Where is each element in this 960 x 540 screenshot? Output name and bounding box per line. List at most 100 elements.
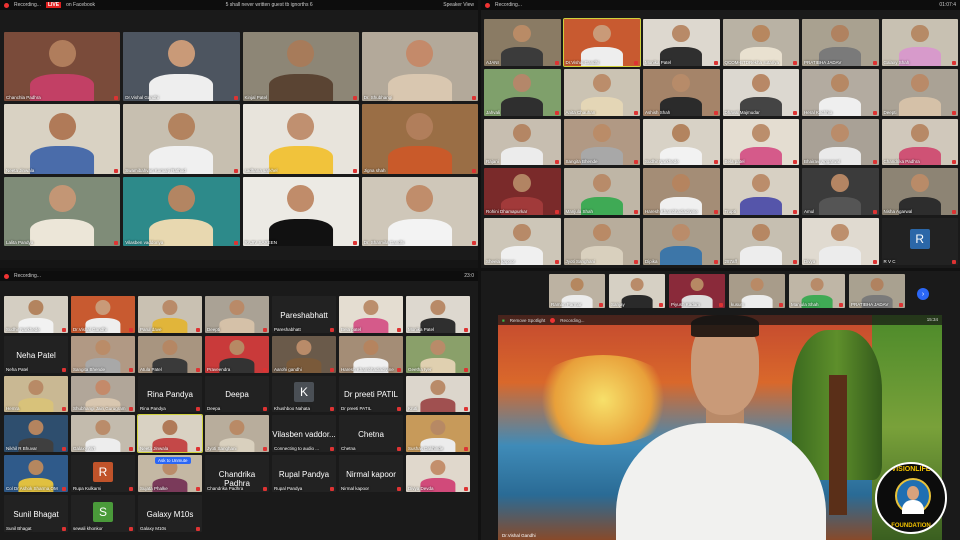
participant-display-name: Pareshabhatt	[280, 310, 328, 320]
participant-tile[interactable]: Bhairavi Aggarwal	[802, 118, 879, 166]
participant-tile[interactable]: Jahvali	[484, 68, 561, 116]
participant-tile[interactable]: Piyush Kadam	[669, 274, 725, 308]
participant-tile[interactable]: Heral Kachhia	[802, 68, 879, 116]
participant-name: Jigna shah	[363, 167, 386, 173]
participant-tile[interactable]: Aarohi gandhi	[272, 335, 336, 373]
participant-tile[interactable]: Chandrika Padhra Chandrika Padhra	[205, 455, 269, 493]
participant-tile[interactable]: Atula Patel	[138, 335, 202, 373]
participant-tile[interactable]: Monika Patel	[406, 296, 470, 333]
participant-tile[interactable]: Deepti	[205, 296, 269, 333]
participant-tile[interactable]: Divya Devda	[406, 455, 470, 493]
participant-tile[interactable]: Geetha Iyer	[406, 335, 470, 373]
live-badge[interactable]: LIVE	[45, 2, 62, 8]
participant-tile[interactable]: Ashish Shah	[643, 68, 720, 116]
participant-tile[interactable]: Nirmal kapoor Nirmal kapoor	[339, 455, 403, 493]
participant-tile[interactable]: Col Dr Ashok Sharma,OM	[4, 455, 68, 493]
participant-name: Chanchla Padhra	[6, 95, 41, 101]
participant-tile[interactable]: Swamibahvan Kumarji Rathod	[123, 104, 240, 174]
participant-tile[interactable]: Deepa Deepa	[205, 375, 269, 413]
participant-tile[interactable]: Dr. Sharmila Gandhi	[361, 176, 478, 246]
remove-spotlight-button[interactable]: Remove Spotlight	[510, 318, 546, 323]
participant-tile[interactable]: Lalita Pandya	[4, 176, 121, 246]
muted-mic-icon	[62, 526, 66, 531]
participant-tile[interactable]: Divya	[802, 218, 879, 265]
participant-tile[interactable]: Manjula Shah	[563, 168, 640, 216]
participant-tile[interactable]: PRATIBHA JADAV	[849, 274, 905, 308]
participant-tile[interactable]: Ssewali khonkor	[71, 495, 135, 532]
participant-tile[interactable]: Trupti	[722, 168, 799, 216]
participant-tile[interactable]: Sudhir Narkhede	[4, 296, 68, 333]
participant-tile[interactable]: Jyoti Sanghani	[205, 415, 269, 453]
participant-tile[interactable]: sadhana sarkhel	[242, 104, 359, 174]
participant-tile[interactable]: Pareshabhatt Pareshabhatt	[272, 296, 336, 333]
participant-tile[interactable]: Bela patel	[339, 296, 403, 333]
participant-tile[interactable]: Praveendra	[205, 335, 269, 373]
participant-tile[interactable]: Rohini Dhamapurkar	[484, 168, 561, 216]
participant-tile[interactable]: Chandrika Padhra	[881, 118, 958, 166]
participant-tile[interactable]: Jigna shah	[361, 104, 478, 174]
participant-tile[interactable]: Haresh Khambhadiadivine	[643, 168, 720, 216]
participant-tile[interactable]: AJANI	[484, 19, 561, 66]
participant-tile[interactable]: Vilasben vaddoriya	[123, 176, 240, 246]
participant-tile[interactable]: Galaxy Shah	[881, 19, 958, 66]
avatar: K	[294, 382, 314, 403]
participant-tile[interactable]: Sushas Dakhinde	[406, 415, 470, 453]
participant-tile[interactable]: Chanchla Padhra	[4, 32, 121, 102]
participant-tile[interactable]: RAJIV SAREEN	[242, 176, 359, 246]
muted-mic-icon	[952, 160, 956, 165]
participant-tile[interactable]: Rina Pandya Rina Pandya	[138, 375, 202, 413]
participant-tile[interactable]: kusum	[729, 274, 785, 308]
participant-tile[interactable]: Anita Chauhan	[563, 68, 640, 116]
participant-tile[interactable]: Dr.Vishal Gandhi	[123, 32, 240, 102]
participant-tile[interactable]: Dipika	[643, 218, 720, 265]
participant-tile[interactable]: Shubhangi Jain,Gurugram	[71, 375, 135, 413]
participant-video	[501, 24, 544, 66]
participant-tile[interactable]: Neeta Jinwala	[137, 414, 203, 454]
participant-tile[interactable]: Neha Patel Neha Patel	[4, 335, 68, 373]
participant-tile[interactable]: Sheela kapoor	[484, 218, 561, 265]
participant-tile[interactable]: Sudhir Narkhede	[643, 118, 720, 166]
participant-tile[interactable]: Sanjay	[609, 274, 665, 308]
participant-tile[interactable]: Kinjal Patel	[242, 32, 359, 102]
participant-tile[interactable]: Kruti	[406, 375, 470, 413]
participant-tile[interactable]: Rupal Pandya Rupal Pandya	[272, 455, 336, 493]
participant-tile[interactable]: Haresh Khambhadiadivine	[339, 335, 403, 373]
participant-tile[interactable]: Sunil Bhagat Sunil Bhagat	[4, 495, 68, 532]
participant-tile[interactable]: 287aff	[722, 218, 799, 265]
participant-tile[interactable]: Sangita Bhende	[563, 118, 640, 166]
ask-to-unmute-button[interactable]: Ask to Unmute	[155, 457, 191, 464]
participant-tile[interactable]: Dr. Shubhangi	[361, 32, 478, 102]
participant-tile[interactable]: Nisha Agarwal	[881, 168, 958, 216]
participant-tile[interactable]: Chetna Chetna	[339, 415, 403, 453]
participant-display-name: Nirmal kapoor	[346, 470, 396, 480]
participant-tile[interactable]: Hemra	[4, 375, 68, 413]
participant-tile[interactable]: Nikhil R Bhuvar	[4, 415, 68, 453]
participant-tile[interactable]: Dr.Vishal Gandhi	[71, 296, 135, 333]
participant-tile[interactable]: PRATIBHA JADAV	[802, 19, 879, 66]
participant-tile[interactable]: Dr.Vishal Gandhi	[562, 18, 641, 67]
muted-mic-icon	[554, 259, 559, 264]
next-page-button[interactable]: ›	[917, 288, 929, 300]
participant-tile[interactable]: R Rupa Kulkarni	[71, 455, 135, 493]
participant-tile[interactable]: K Khushboo Nahata	[272, 375, 336, 413]
participant-tile[interactable]: Monika Patel	[643, 19, 720, 66]
participant-tile[interactable]: Jyoti Sanghani	[563, 218, 640, 265]
participant-tile[interactable]: Galaxy M10s Galaxy M10s	[138, 495, 202, 532]
participant-tile[interactable]: Sangita Bhende	[71, 335, 135, 373]
participant-tile[interactable]: R R V C	[881, 218, 958, 265]
participant-tile[interactable]: Deepti	[881, 68, 958, 116]
participant-tile[interactable]: Bela patel	[722, 118, 799, 166]
muted-mic-icon	[839, 303, 843, 307]
participant-tile[interactable]: Vilasben vaddor... Connecting to audio ..…	[272, 415, 336, 453]
participant-tile[interactable]: Rajani	[484, 118, 561, 166]
participant-tile[interactable]: Manjula Shah	[789, 274, 845, 308]
participant-tile[interactable]: Parul dave	[138, 296, 202, 333]
participant-tile[interactable]: Raman Parmar	[549, 274, 605, 308]
view-button[interactable]: Speaker View	[443, 2, 474, 8]
participant-tile[interactable]: Dhaval Majmudar	[722, 68, 799, 116]
participant-tile[interactable]: Neeta Jinwala	[4, 104, 121, 174]
participant-tile[interactable]: Amul	[802, 168, 879, 216]
participant-tile[interactable]: Dr preeti PATIL Dr preeti PATIL	[339, 375, 403, 413]
participant-tile[interactable]: QCOM-BTDRekha sutariya	[722, 19, 799, 66]
participant-tile[interactable]: Galaxy AVI	[71, 415, 135, 453]
